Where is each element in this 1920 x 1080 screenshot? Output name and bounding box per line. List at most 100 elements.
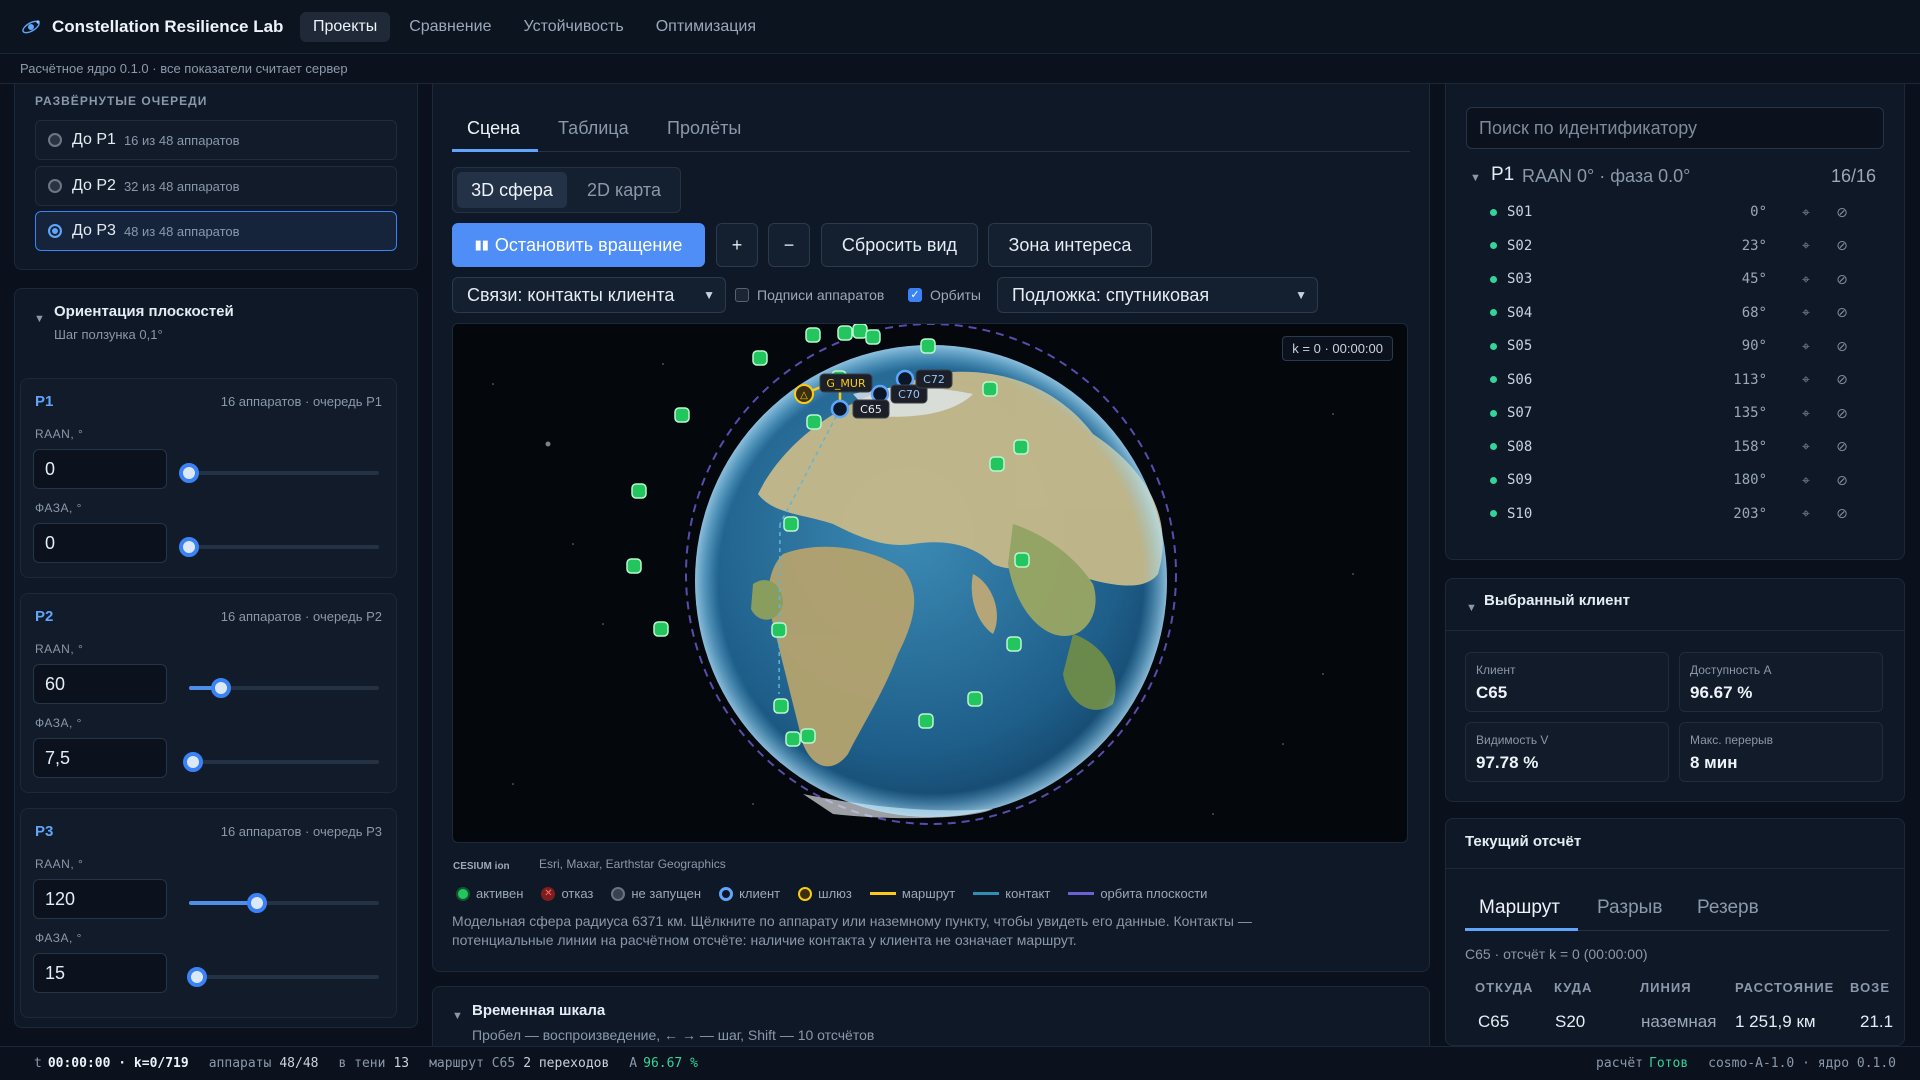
phase-input-p3[interactable]: 15 <box>33 953 167 993</box>
nav-tab-compare[interactable]: Сравнение <box>396 12 504 42</box>
locate-icon[interactable]: ⌖ <box>1795 371 1817 388</box>
search-input[interactable]: Поиск по идентификатору <box>1466 107 1884 149</box>
disable-satellite-icon[interactable]: ⊘ <box>1831 304 1853 321</box>
satellite-marker[interactable] <box>837 325 853 341</box>
locate-icon[interactable]: ⌖ <box>1795 338 1817 355</box>
locate-icon[interactable]: ⌖ <box>1795 204 1817 221</box>
satellite-marker[interactable] <box>752 350 768 366</box>
satellite-marker[interactable] <box>773 698 789 714</box>
tab-passes[interactable]: Пролёты <box>667 118 741 139</box>
satellite-marker[interactable] <box>800 728 816 744</box>
satellite-marker[interactable] <box>989 456 1005 472</box>
satellite-marker[interactable] <box>982 381 998 397</box>
disable-satellite-icon[interactable]: ⊘ <box>1831 438 1853 455</box>
queue-item-p3[interactable]: До P3 48 из 48 аппаратов <box>35 211 397 251</box>
satellite-row[interactable]: S04 68° ⌖ ⊘ <box>1490 298 1870 328</box>
raan-input-p2[interactable]: 60 <box>33 664 167 704</box>
satellite-marker[interactable] <box>783 516 799 532</box>
orientation-collapse-icon[interactable]: ▼ <box>34 313 45 325</box>
phase-slider-p2[interactable] <box>182 752 379 772</box>
queue-item-p1[interactable]: До P1 16 из 48 аппаратов <box>35 120 397 160</box>
slider-knob[interactable] <box>179 537 199 557</box>
locate-icon[interactable]: ⌖ <box>1795 405 1817 422</box>
satellite-row[interactable]: S09 180° ⌖ ⊘ <box>1490 465 1870 495</box>
client-marker-c65[interactable] <box>830 399 850 419</box>
phase-slider-p3[interactable] <box>186 967 379 987</box>
reset-view-button[interactable]: Сбросить вид <box>821 223 978 267</box>
disable-satellite-icon[interactable]: ⊘ <box>1831 405 1853 422</box>
checkbox-box[interactable] <box>735 288 749 302</box>
satellite-marker[interactable] <box>771 622 787 638</box>
tab-reserve[interactable]: Резерв <box>1697 897 1759 919</box>
tab-scene[interactable]: Сцена <box>467 118 520 139</box>
disable-satellite-icon[interactable]: ⊘ <box>1831 371 1853 388</box>
gateway-marker[interactable]: △ <box>794 384 814 404</box>
satellite-row[interactable]: S05 90° ⌖ ⊘ <box>1490 331 1870 361</box>
satellite-row[interactable]: S07 135° ⌖ ⊘ <box>1490 398 1870 428</box>
zoom-in-button[interactable]: + <box>716 223 758 267</box>
satellite-marker[interactable] <box>1013 439 1029 455</box>
radio-p3[interactable] <box>48 224 62 238</box>
slider-knob[interactable] <box>182 752 203 772</box>
client-collapse-icon[interactable]: ▼ <box>1466 602 1477 614</box>
raan-input-p1[interactable]: 0 <box>33 449 167 489</box>
labels-checkbox[interactable]: Подписи аппаратов <box>735 287 884 303</box>
satellite-marker[interactable] <box>918 713 934 729</box>
satellite-row[interactable]: S03 45° ⌖ ⊘ <box>1490 264 1870 294</box>
raan-slider-p3[interactable] <box>189 893 379 913</box>
timeline-collapse-icon[interactable]: ▼ <box>452 1010 463 1022</box>
slider-knob[interactable] <box>211 678 232 698</box>
checkbox-box[interactable]: ✓ <box>908 288 922 302</box>
satellite-row[interactable]: S10 203° ⌖ ⊘ <box>1490 499 1870 529</box>
satellite-row[interactable]: S01 0° ⌖ ⊘ <box>1490 197 1870 227</box>
stop-rotation-button[interactable]: ▮▮ Остановить вращение <box>452 223 705 267</box>
orbits-checkbox[interactable]: ✓ Орбиты <box>908 287 981 303</box>
view-3d-sphere[interactable]: 3D сфера <box>457 172 567 208</box>
phase-input-p2[interactable]: 7,5 <box>33 738 167 778</box>
nav-tab-resilience[interactable]: Устойчивость <box>510 12 636 42</box>
locate-icon[interactable]: ⌖ <box>1795 505 1817 522</box>
locate-icon[interactable]: ⌖ <box>1795 271 1817 288</box>
satellite-marker[interactable] <box>626 558 642 574</box>
locate-icon[interactable]: ⌖ <box>1795 472 1817 489</box>
basemap-select[interactable]: Подложка: спутниковая ▼ <box>997 277 1318 313</box>
satellite-marker[interactable] <box>967 691 983 707</box>
satellite-marker[interactable] <box>674 407 690 423</box>
zoom-out-button[interactable]: − <box>768 223 810 267</box>
satellite-marker[interactable] <box>805 327 821 343</box>
satellite-marker[interactable] <box>785 731 801 747</box>
locate-icon[interactable]: ⌖ <box>1795 237 1817 254</box>
tab-route[interactable]: Маршрут <box>1479 897 1560 919</box>
satellite-marker[interactable] <box>852 324 868 339</box>
links-select[interactable]: Связи: контакты клиента ▼ <box>452 277 726 313</box>
satellite-marker[interactable] <box>1014 552 1030 568</box>
slider-knob[interactable] <box>179 463 199 483</box>
phase-slider-p1[interactable] <box>179 537 379 557</box>
disable-satellite-icon[interactable]: ⊘ <box>1831 271 1853 288</box>
slider-knob[interactable] <box>186 967 207 987</box>
radio-p2[interactable] <box>48 179 62 193</box>
tab-gap[interactable]: Разрыв <box>1597 897 1662 919</box>
satellite-marker[interactable] <box>806 414 822 430</box>
raan-slider-p1[interactable] <box>179 463 379 483</box>
disable-satellite-icon[interactable]: ⊘ <box>1831 472 1853 489</box>
group-collapse-icon[interactable]: ▼ <box>1470 172 1481 184</box>
zone-of-interest-button[interactable]: Зона интереса <box>988 223 1152 267</box>
radio-p1[interactable] <box>48 133 62 147</box>
tab-table[interactable]: Таблица <box>558 118 629 139</box>
raan-slider-p2[interactable] <box>189 678 379 698</box>
satellite-marker[interactable] <box>631 483 647 499</box>
satellite-row[interactable]: S02 23° ⌖ ⊘ <box>1490 231 1870 261</box>
queue-item-p2[interactable]: До P2 32 из 48 аппаратов <box>35 166 397 206</box>
satellite-marker[interactable] <box>865 329 881 345</box>
locate-icon[interactable]: ⌖ <box>1795 304 1817 321</box>
satellite-marker[interactable] <box>1006 636 1022 652</box>
globe-viewport[interactable]: △ G_MUR C65 C70 C72 k = 0 · 00:00:00 <box>452 323 1408 843</box>
satellite-marker[interactable] <box>920 338 936 354</box>
disable-satellite-icon[interactable]: ⊘ <box>1831 204 1853 221</box>
raan-input-p3[interactable]: 120 <box>33 879 167 919</box>
satellite-row[interactable]: S08 158° ⌖ ⊘ <box>1490 432 1870 462</box>
disable-satellite-icon[interactable]: ⊘ <box>1831 505 1853 522</box>
nav-tab-optimization[interactable]: Оптимизация <box>643 12 769 42</box>
nav-tab-projects[interactable]: Проекты <box>300 11 391 42</box>
